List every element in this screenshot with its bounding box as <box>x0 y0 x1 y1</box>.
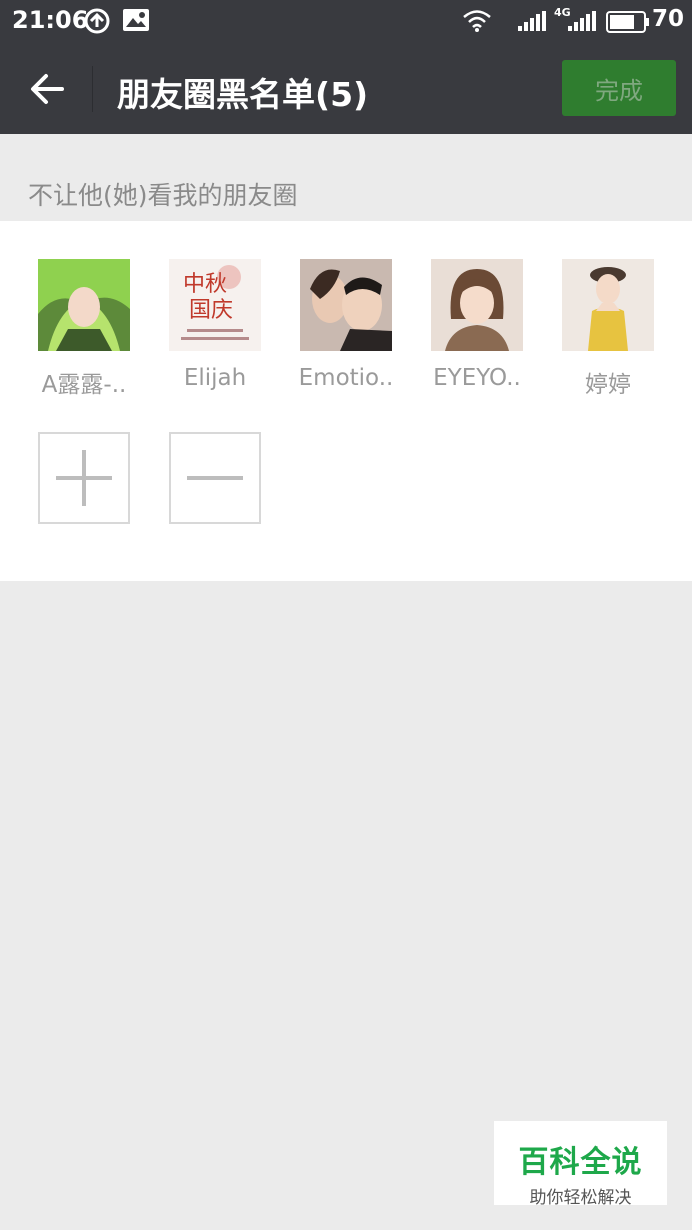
member-name: Emotio.. <box>298 365 394 391</box>
member-name: EYEYO.. <box>433 365 521 391</box>
member-item[interactable]: EYEYO.. <box>422 259 532 391</box>
plus-icon <box>56 450 112 506</box>
avatar <box>38 259 130 351</box>
arrow-left-icon <box>31 74 64 104</box>
avatar <box>562 259 654 351</box>
avatar <box>431 259 523 351</box>
member-name: A露露-.. <box>41 372 127 398</box>
remove-member-button[interactable] <box>169 432 261 524</box>
watermark-subtitle: 助你轻松解决 <box>529 1188 632 1208</box>
back-button[interactable] <box>22 64 72 114</box>
svg-text:国庆: 国庆 <box>189 298 233 323</box>
done-button[interactable]: 完成 <box>562 60 676 116</box>
avatar: 中秋 国庆 <box>169 259 261 351</box>
member-name: Elijah <box>183 365 247 391</box>
status-bar: 21:06 4G 70 <box>0 0 692 44</box>
add-member-button[interactable] <box>38 432 130 524</box>
signal-icon <box>518 11 546 31</box>
member-item[interactable]: Emotio.. <box>291 259 401 391</box>
svg-text:中秋: 中秋 <box>183 272 227 297</box>
battery-icon <box>606 11 649 33</box>
member-item[interactable]: 中秋 国庆 Elijah <box>160 259 270 391</box>
minus-icon <box>187 476 243 480</box>
signal-4g-icon <box>568 11 596 31</box>
watermark-title: 百科全说 <box>518 1145 643 1180</box>
sync-icon <box>84 8 110 34</box>
section-header: 不让他(她)看我的朋友圈 <box>28 181 298 210</box>
page-title: 朋友圈黑名单(5) <box>117 75 369 114</box>
nav-divider <box>92 66 93 112</box>
member-item[interactable]: A露露-.. <box>29 259 139 399</box>
image-icon <box>123 9 149 31</box>
nav-bar: 朋友圈黑名单(5) 完成 <box>0 44 692 134</box>
member-item[interactable]: 婷婷 <box>553 259 663 399</box>
member-name: 婷婷 <box>585 372 631 398</box>
battery-level: 70 <box>652 6 685 32</box>
wifi-icon <box>463 10 491 32</box>
member-panel: A露露-.. 中秋 国庆 Elijah Emotio.. EYEYO.. 婷婷 <box>0 221 692 581</box>
avatar <box>300 259 392 351</box>
watermark: 百科全说 助你轻松解决 <box>494 1121 667 1208</box>
status-time: 21:06 <box>12 6 89 34</box>
